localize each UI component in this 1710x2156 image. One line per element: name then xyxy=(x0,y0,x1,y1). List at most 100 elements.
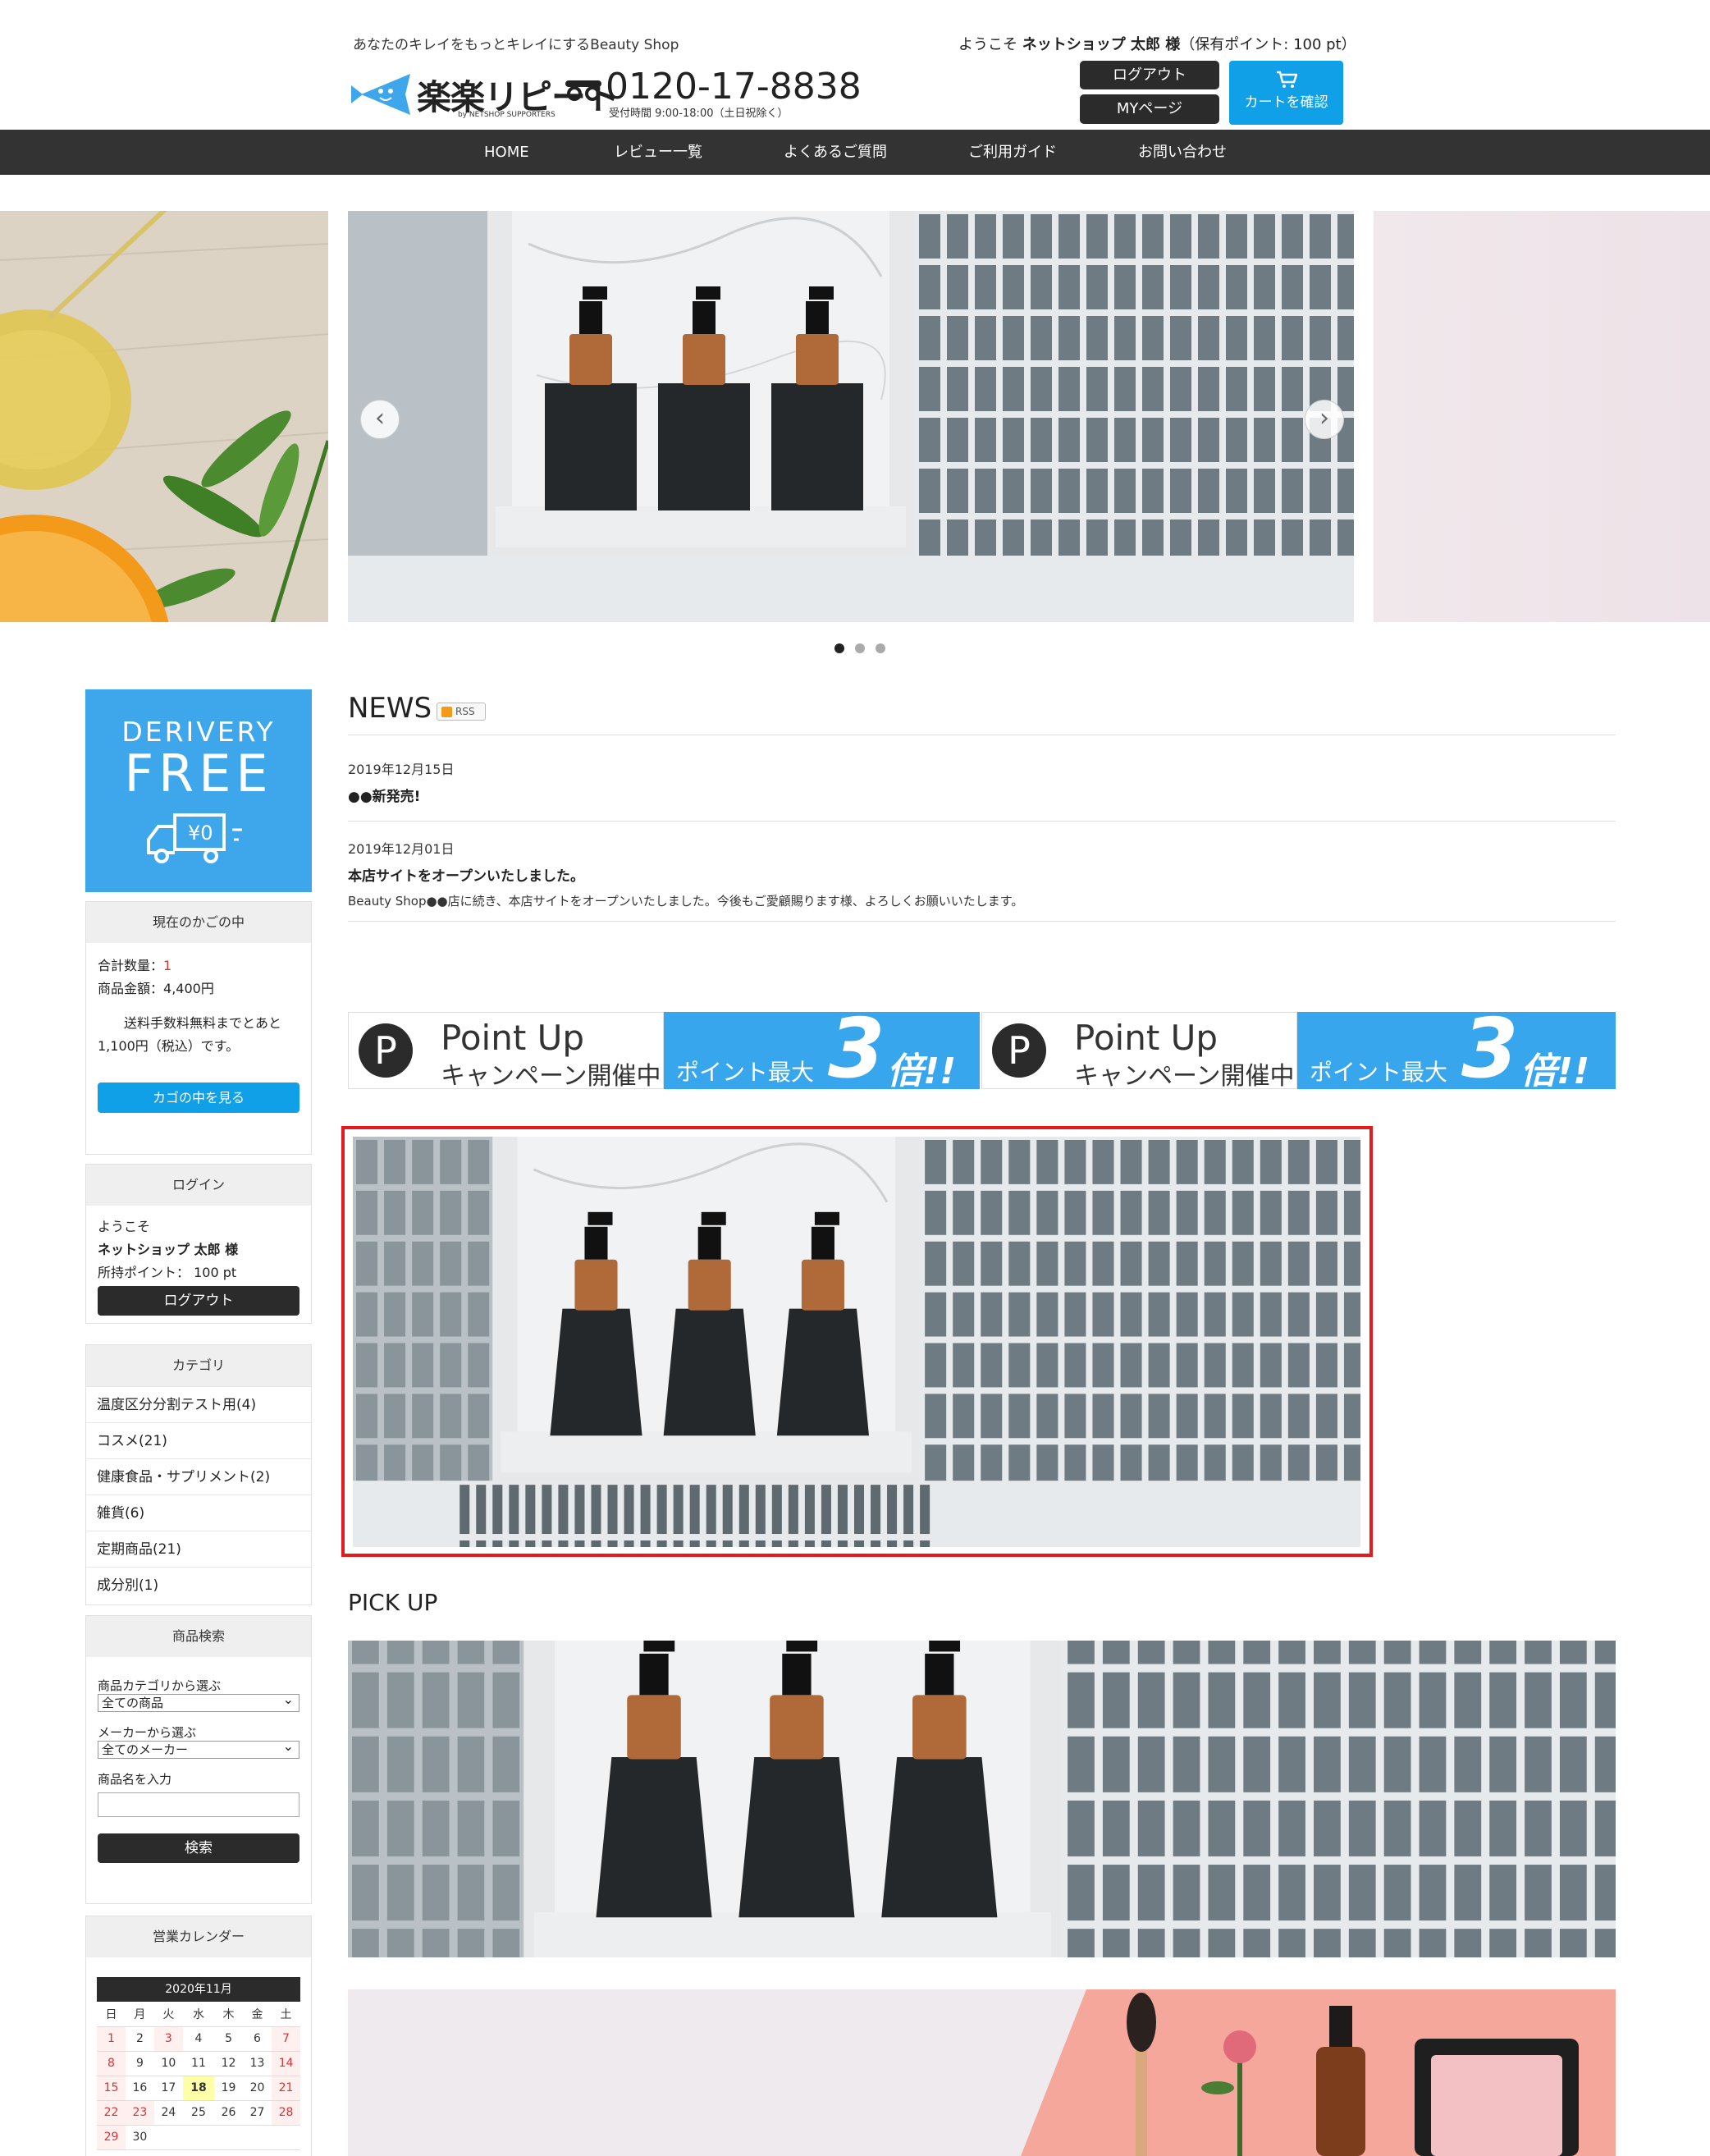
cart-qty: 合計数量：1 xyxy=(98,954,299,977)
banner-subtitle: キャンペーン開催中 xyxy=(441,1062,661,1091)
login-box-title: ログイン xyxy=(86,1165,311,1206)
delivery-line2: FREE xyxy=(124,744,273,803)
calendar-day: 9 xyxy=(125,2051,154,2076)
slide-next-image[interactable] xyxy=(1374,211,1710,622)
slider-dot-2[interactable] xyxy=(855,643,865,653)
calendar-weekday: 水 xyxy=(182,2002,215,2027)
banner-times: 倍!! xyxy=(1520,1051,1590,1092)
bottles-photo xyxy=(348,211,1354,622)
slider-dot-1[interactable] xyxy=(834,643,844,653)
calendar-day: 20 xyxy=(243,2076,272,2101)
logout-button[interactable]: ログアウト xyxy=(1080,61,1219,89)
calendar-day: 16 xyxy=(125,2076,154,2101)
calendar-day xyxy=(243,2125,272,2150)
banner-multiplier: 3 xyxy=(1461,1000,1519,1096)
slide-prev-image[interactable] xyxy=(0,211,328,622)
site-tagline: あなたのキレイをもっとキレイにするBeauty Shop xyxy=(353,37,679,53)
calendar-day: 13 xyxy=(243,2051,272,2076)
point-p-icon: P xyxy=(359,1023,413,1078)
calendar-day: 25 xyxy=(182,2100,215,2126)
news-headline[interactable]: 本店サイトをオープンいたしました。 xyxy=(348,864,584,885)
calendar-grid: 日月火水木金土 1 2 3 4 5 6 7 8 9 10 11 12 13 14 15 16 17 18 19 20 21… xyxy=(97,2002,300,2150)
login-points: 所持ポイント： 100 pt xyxy=(98,1265,237,1280)
cart-amount-label: 商品金額： xyxy=(98,981,164,996)
free-delivery-banner[interactable]: DERIVERY FREE ¥0 xyxy=(85,689,312,892)
search-button[interactable]: 検索 xyxy=(98,1833,299,1863)
slide-current-image[interactable] xyxy=(348,211,1354,622)
category-item[interactable]: 温度区分分割テスト用(4) xyxy=(86,1386,311,1422)
nav-faq[interactable]: よくあるご質問 xyxy=(784,130,887,175)
calendar-day: 1 xyxy=(97,2026,126,2052)
category-item[interactable]: 健康食品・サプリメント(2) xyxy=(86,1458,311,1495)
welcome-prefix: ようこそ xyxy=(958,36,1017,53)
pickup-image[interactable] xyxy=(348,1641,1616,1957)
cart-qty-value: 1 xyxy=(163,958,172,973)
nav-reviews[interactable]: レビュー一覧 xyxy=(614,130,702,175)
calendar-weekday: 金 xyxy=(243,2002,272,2027)
feature-image[interactable] xyxy=(353,1137,1360,1547)
calendar-weekday: 土 xyxy=(271,2002,300,2027)
banner-title: Point Up xyxy=(1074,1018,1218,1058)
view-cart-contents-button[interactable]: カゴの中を見る xyxy=(98,1083,299,1113)
slider-prev-button[interactable]: ‹ xyxy=(360,400,400,439)
calendar-day: 18 xyxy=(182,2076,215,2101)
cart-amount: 商品金額：4,400円 xyxy=(98,977,299,1000)
cart-box-title: 現在のかごの中 xyxy=(86,902,311,943)
main-nav: HOME レビュー一覧 よくあるご質問 ご利用ガイド お問い合わせ xyxy=(0,130,1710,175)
cart-qty-label: 合計数量： xyxy=(98,958,164,973)
calendar-day: 11 xyxy=(182,2051,215,2076)
slider-dot-3[interactable] xyxy=(876,643,885,653)
calendar-day xyxy=(182,2125,215,2150)
product-name-input[interactable] xyxy=(98,1792,299,1817)
banner-max-label: ポイント最大 xyxy=(1310,1059,1448,1086)
calendar-day xyxy=(153,2125,183,2150)
category-box-title: カテゴリ xyxy=(86,1345,311,1386)
calendar-weekday: 火 xyxy=(153,2002,183,2027)
free-shipping-note: 送料手数料無料までとあと1,100円（税込）です。 xyxy=(98,1015,282,1054)
mypage-button[interactable]: MYページ xyxy=(1080,94,1219,124)
cart-icon xyxy=(1276,71,1297,88)
calendar-box-title: 営業カレンダー xyxy=(86,1916,311,1957)
nav-contact[interactable]: お問い合わせ xyxy=(1138,130,1227,175)
cosmetics-photo xyxy=(348,1989,1616,2156)
banner-subtitle: キャンペーン開催中 xyxy=(1074,1062,1295,1091)
login-welcome: ようこそ xyxy=(98,1219,151,1234)
nav-home[interactable]: HOME xyxy=(484,130,529,175)
logo-subtext: by NETSHOP SUPPORTERS xyxy=(458,111,556,119)
banner-times: 倍!! xyxy=(887,1051,957,1092)
category-item[interactable]: 雑貨(6) xyxy=(86,1495,311,1531)
calendar-weekday: 木 xyxy=(214,2002,244,2027)
category-item[interactable]: 定期商品(21) xyxy=(86,1531,311,1567)
calendar-day: 24 xyxy=(153,2100,183,2126)
news-headline[interactable]: ●●新発売! xyxy=(348,785,420,805)
maker-select[interactable]: 全てのメーカー xyxy=(98,1738,299,1759)
point-up-banner[interactable]: P Point Up キャンペーン開催中 ポイント最大 3 倍!! xyxy=(981,1000,1616,1096)
calendar-day: 5 xyxy=(214,2026,244,2052)
calendar-day: 29 xyxy=(97,2125,126,2150)
calendar-day: 27 xyxy=(243,2100,272,2126)
banner-title: Point Up xyxy=(441,1018,585,1058)
point-up-banner[interactable]: P Point Up キャンペーン開催中 ポイント最大 3 倍!! xyxy=(348,1000,980,1096)
news-body: Beauty Shop●●店に続き、本店サイトをオープンいたしました。今後もご愛… xyxy=(348,894,1024,909)
rss-button[interactable]: RSS xyxy=(437,703,486,721)
welcome-points: （保有ポイント: 100 pt） xyxy=(1180,36,1356,53)
product-search-box: 商品検索 商品カテゴリから選ぶ 全ての商品 メーカーから選ぶ 全てのメーカー 商… xyxy=(85,1615,312,1904)
pickup-image-cosmetics[interactable] xyxy=(348,1989,1616,2156)
cart-amount-value: 4,400円 xyxy=(163,981,214,996)
nav-guide[interactable]: ご利用ガイド xyxy=(968,130,1057,175)
view-cart-button[interactable]: カートを確認 xyxy=(1229,61,1343,125)
calendar-day: 2 xyxy=(125,2026,154,2052)
calendar-day xyxy=(214,2125,244,2150)
search-box-title: 商品検索 xyxy=(86,1616,311,1657)
category-select[interactable]: 全ての商品 xyxy=(98,1691,299,1712)
category-item[interactable]: コスメ(21) xyxy=(86,1422,311,1458)
maker-select-label: メーカーから選ぶ xyxy=(98,1725,197,1740)
sidebar-logout-button[interactable]: ログアウト xyxy=(98,1286,299,1316)
calendar-day: 14 xyxy=(271,2051,300,2076)
calendar-day: 15 xyxy=(97,2076,126,2101)
slider-next-button[interactable]: › xyxy=(1305,400,1344,439)
calendar-weekday: 日 xyxy=(97,2002,126,2027)
cart-summary-box: 現在のかごの中 合計数量：1 商品金額：4,400円 送料手数料無料までとあと1… xyxy=(85,901,312,1155)
category-item[interactable]: 成分別(1) xyxy=(86,1567,311,1603)
calendar-day: 26 xyxy=(214,2100,244,2126)
